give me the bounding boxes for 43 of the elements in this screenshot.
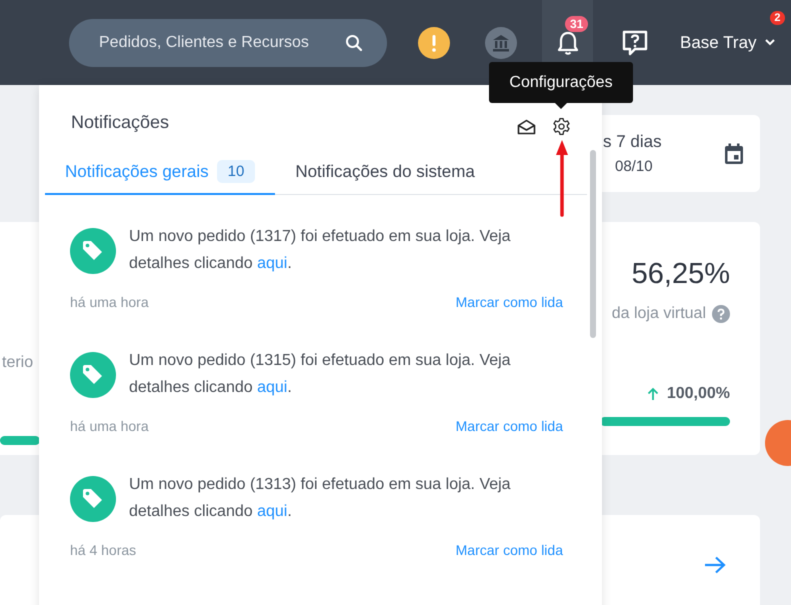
envelope-icon[interactable] [517, 118, 536, 134]
link[interactable]: aqui [257, 255, 288, 272]
help-icon[interactable] [620, 28, 648, 56]
tab[interactable]: Notificações do sistema [275, 154, 495, 195]
timestamp: há uma hora [70, 418, 149, 434]
notification-text: Um novo pedido (1317) foi efetuado em sua loja. Veja detalhes clicando aqui. [129, 227, 512, 274]
link[interactable]: aqui [257, 379, 288, 396]
count-badge: 10 [216, 160, 256, 183]
timestamp: há 4 horas [70, 542, 136, 558]
notification-badge: 31 [565, 16, 588, 32]
settings-icon[interactable] [552, 117, 571, 136]
tag-icon [70, 476, 116, 522]
tag-icon [70, 352, 116, 398]
account-menu[interactable]: Base Tray [680, 32, 757, 52]
search-bar[interactable]: Pedidos, Clientes e Recursos [69, 18, 387, 66]
date-text: 08/10 [615, 158, 654, 175]
mark-as-read-link[interactable]: Marcar como lida [456, 418, 563, 434]
calendar-icon[interactable] [724, 142, 744, 164]
arrow-right-icon[interactable] [704, 556, 726, 574]
notification-text: Um novo pedido (1315) foi efetuado em sua loja. Veja detalhes clicando aqui. [129, 351, 512, 398]
panel-title: Notificações [71, 112, 170, 133]
notification-text: Um novo pedido (1313) foi efetuado em sua loja. Veja detalhes clicando aqui. [129, 475, 512, 522]
mark-as-read-link[interactable]: Marcar como lida [456, 542, 563, 558]
percentage-label: da loja virtual [612, 305, 706, 323]
tag-icon [70, 228, 116, 274]
account-badge: 2 [770, 10, 785, 24]
timestamp: há uma hora [70, 294, 149, 310]
bell-icon[interactable] [556, 30, 580, 56]
mark-as-read-link[interactable]: Marcar como lida [456, 294, 563, 310]
stat-label: terio [2, 354, 34, 372]
tab[interactable]: Notificações gerais 10 [45, 154, 276, 195]
arrow-up-icon [646, 387, 659, 401]
period-text: s 7 dias [603, 132, 662, 152]
tooltip: Configurações [489, 62, 633, 109]
percentage-value: 56,25% [632, 258, 730, 291]
scrollbar[interactable] [590, 150, 596, 338]
link[interactable]: aqui [257, 503, 288, 520]
alert-icon[interactable] [418, 26, 450, 58]
search-field[interactable]: Pedidos, Clientes e Recursos [97, 32, 345, 52]
bank-icon[interactable] [484, 26, 516, 58]
growth-value: 100,00% [666, 385, 730, 403]
search-icon[interactable] [345, 34, 363, 52]
chevron-down-icon[interactable] [764, 39, 775, 46]
